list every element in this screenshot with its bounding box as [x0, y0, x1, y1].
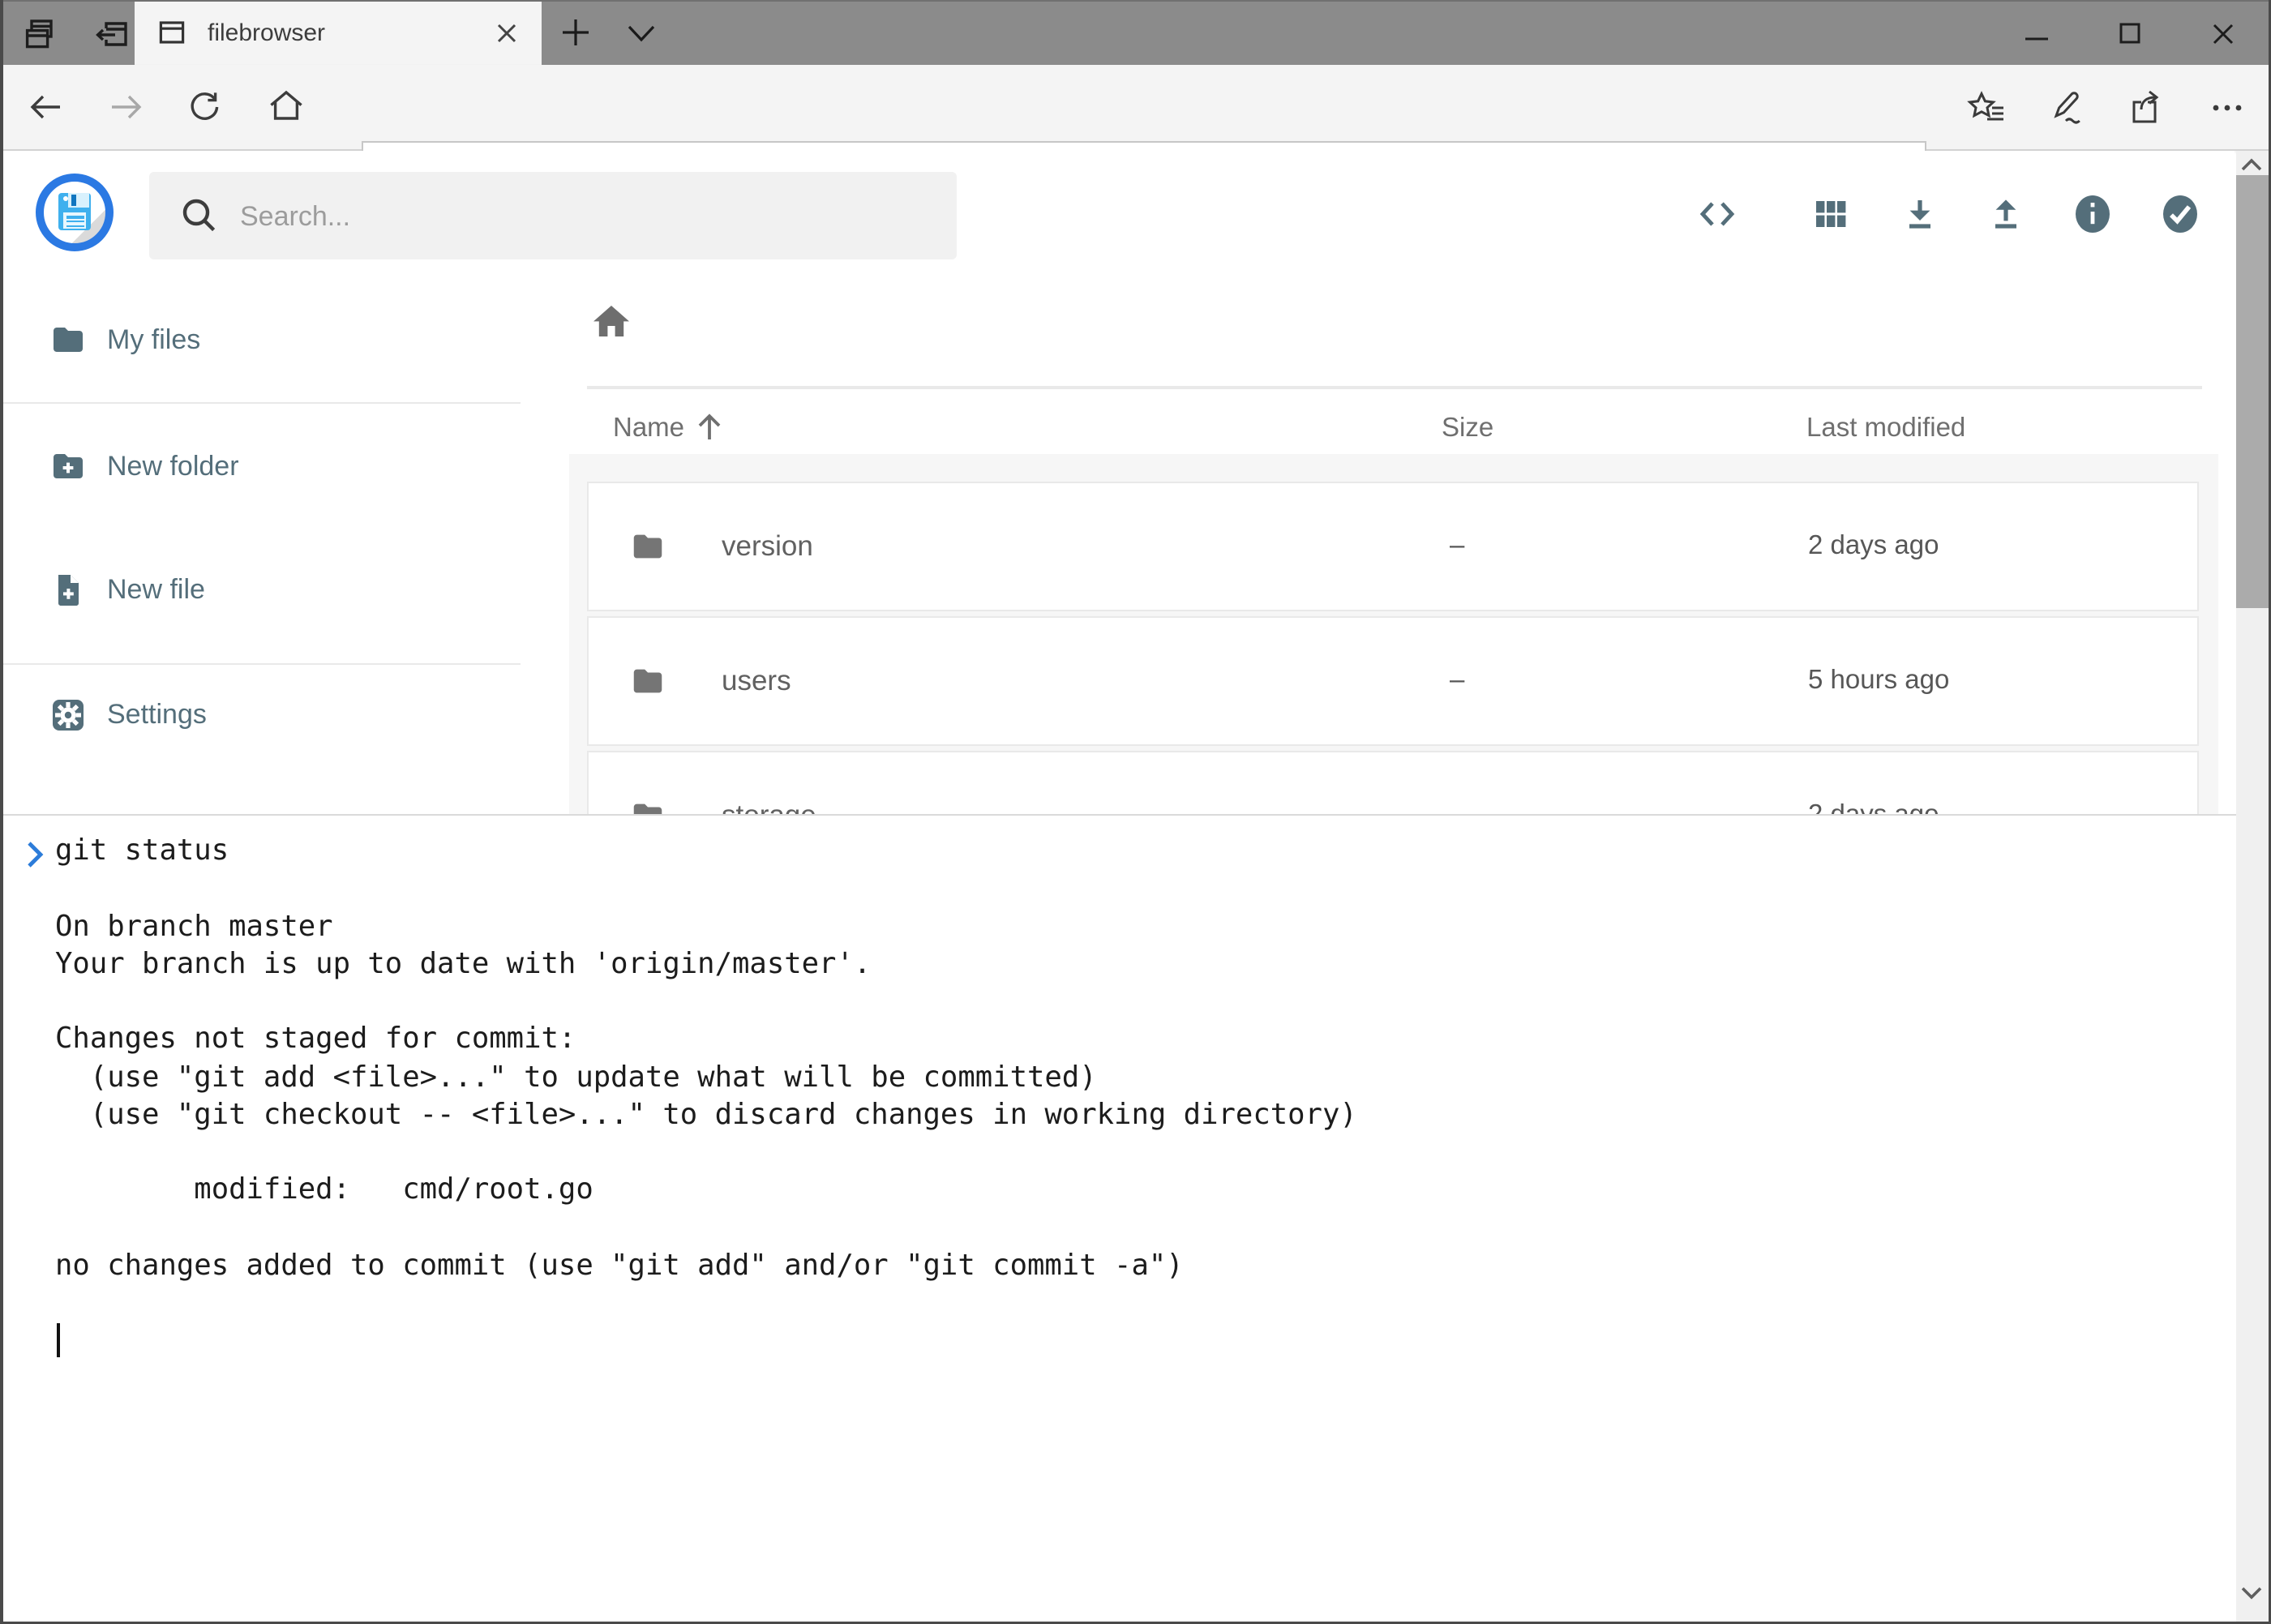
tab-title: filebrowser — [208, 19, 495, 46]
terminal-panel[interactable]: git status On branch master Your branch … — [0, 814, 2235, 1624]
folder-icon — [629, 529, 666, 566]
tab-preview-icon[interactable] — [23, 16, 58, 52]
tab-close-icon[interactable] — [495, 20, 519, 45]
home-button[interactable] — [266, 86, 306, 126]
favorites-hub-button[interactable] — [1967, 88, 2007, 128]
search-input[interactable] — [237, 171, 924, 262]
sidebar-item-label: New file — [107, 573, 205, 606]
share-button[interactable] — [2126, 88, 2166, 128]
file-size: – — [1450, 531, 1464, 562]
column-header-name[interactable]: Name — [613, 413, 684, 444]
refresh-button[interactable] — [185, 88, 224, 126]
browser-tab[interactable]: filebrowser — [135, 0, 542, 65]
close-button[interactable] — [2212, 23, 2235, 45]
navigation-bar: filebrowser.web/files/ — [0, 65, 2271, 151]
sidebar-item-my-files[interactable]: My files — [0, 302, 521, 379]
window-border-top — [0, 0, 2271, 2]
select-check-icon[interactable] — [2158, 191, 2202, 237]
sidebar-item-settings[interactable]: Settings — [0, 675, 521, 753]
sidebar-item-label: New folder — [107, 450, 239, 482]
file-name: users — [722, 664, 791, 698]
new-tab-button[interactable] — [559, 16, 592, 49]
sidebar-item-label: My files — [107, 324, 200, 357]
column-header-modified[interactable]: Last modified — [1806, 413, 1965, 444]
sort-ascending-icon[interactable] — [692, 409, 726, 444]
terminal-command: git status — [55, 832, 229, 870]
back-button[interactable] — [26, 88, 65, 126]
sidebar-divider — [0, 402, 521, 404]
sidebar-item-new-folder[interactable]: New folder — [0, 427, 521, 505]
folder-icon — [49, 321, 88, 360]
scroll-up-icon[interactable] — [2239, 156, 2264, 175]
forward-button[interactable] — [107, 88, 146, 126]
prompt-chevron-icon — [24, 838, 45, 871]
download-icon[interactable] — [1899, 193, 1941, 235]
code-brackets-icon[interactable] — [1696, 193, 1738, 235]
app-header — [0, 151, 2235, 271]
sidebar-item-new-file[interactable]: New file — [0, 551, 521, 628]
content-divider — [587, 386, 2202, 388]
app-logo-floppy-icon[interactable] — [36, 174, 114, 251]
breadcrumb-home-icon[interactable] — [590, 300, 632, 342]
tab-bar: filebrowser — [0, 0, 2271, 65]
folder-icon — [629, 663, 666, 701]
column-header-size[interactable]: Size — [1442, 413, 1493, 444]
grid-view-icon[interactable] — [1810, 193, 1852, 235]
tab-list-chevron-icon[interactable] — [626, 23, 657, 44]
sidebar-item-label: Settings — [107, 698, 207, 731]
file-plus-icon — [49, 570, 88, 609]
file-row-version[interactable]: version – 2 days ago — [587, 482, 2199, 611]
set-tabs-aside-icon[interactable] — [94, 16, 130, 52]
terminal-cursor — [57, 1323, 60, 1357]
file-modified: 5 hours ago — [1808, 666, 1949, 696]
file-name: version — [722, 529, 813, 563]
tab-favicon — [157, 18, 186, 47]
file-modified: 2 days ago — [1808, 531, 1939, 562]
file-listing: version – 2 days ago users – 5 hours ago… — [569, 454, 2218, 814]
window-border-left — [0, 0, 2, 1624]
search-icon — [178, 194, 221, 236]
sidebar-divider — [0, 662, 521, 664]
info-icon[interactable] — [2071, 191, 2115, 237]
search-box[interactable] — [149, 171, 957, 259]
gear-icon — [49, 695, 88, 734]
file-row-users[interactable]: users – 5 hours ago — [587, 616, 2199, 746]
browser-window: filebrowser — [0, 0, 2271, 1624]
web-note-pen-button[interactable] — [2046, 88, 2087, 128]
upload-icon[interactable] — [1985, 193, 2027, 235]
file-size: – — [1450, 666, 1464, 696]
scroll-down-icon[interactable] — [2239, 1583, 2264, 1602]
more-options-button[interactable] — [2207, 88, 2247, 128]
minimize-button[interactable] — [2024, 23, 2050, 42]
folder-plus-icon — [49, 447, 88, 486]
maximize-button[interactable] — [2119, 23, 2140, 44]
scrollbar-thumb[interactable] — [2235, 175, 2269, 608]
terminal-output: On branch master Your branch is up to da… — [55, 907, 1357, 1284]
